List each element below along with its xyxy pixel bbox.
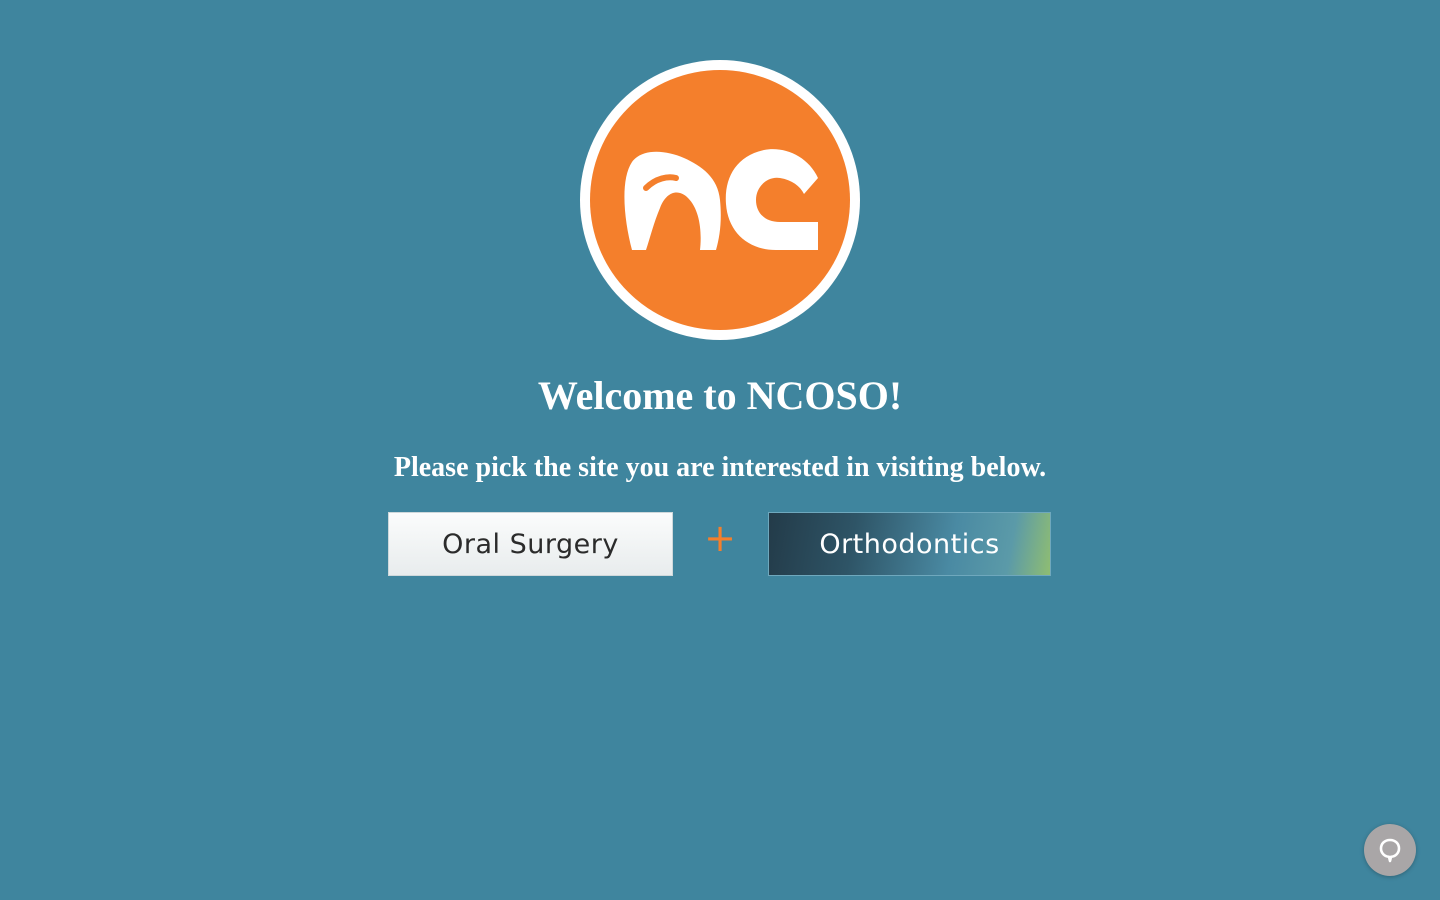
chat-bubble-icon <box>1379 838 1401 863</box>
nc-logo-icon <box>590 70 850 330</box>
orthodontics-button[interactable]: Orthodontics <box>768 512 1051 576</box>
welcome-heading: Welcome to NCOSO! <box>537 373 903 418</box>
ncoso-logo <box>580 60 860 340</box>
chat-button[interactable] <box>1364 824 1416 876</box>
plus-separator: + <box>704 516 736 560</box>
site-pick-instruction: Please pick the site you are interested … <box>393 452 1047 483</box>
oral-surgery-button[interactable]: Oral Surgery <box>388 512 673 576</box>
